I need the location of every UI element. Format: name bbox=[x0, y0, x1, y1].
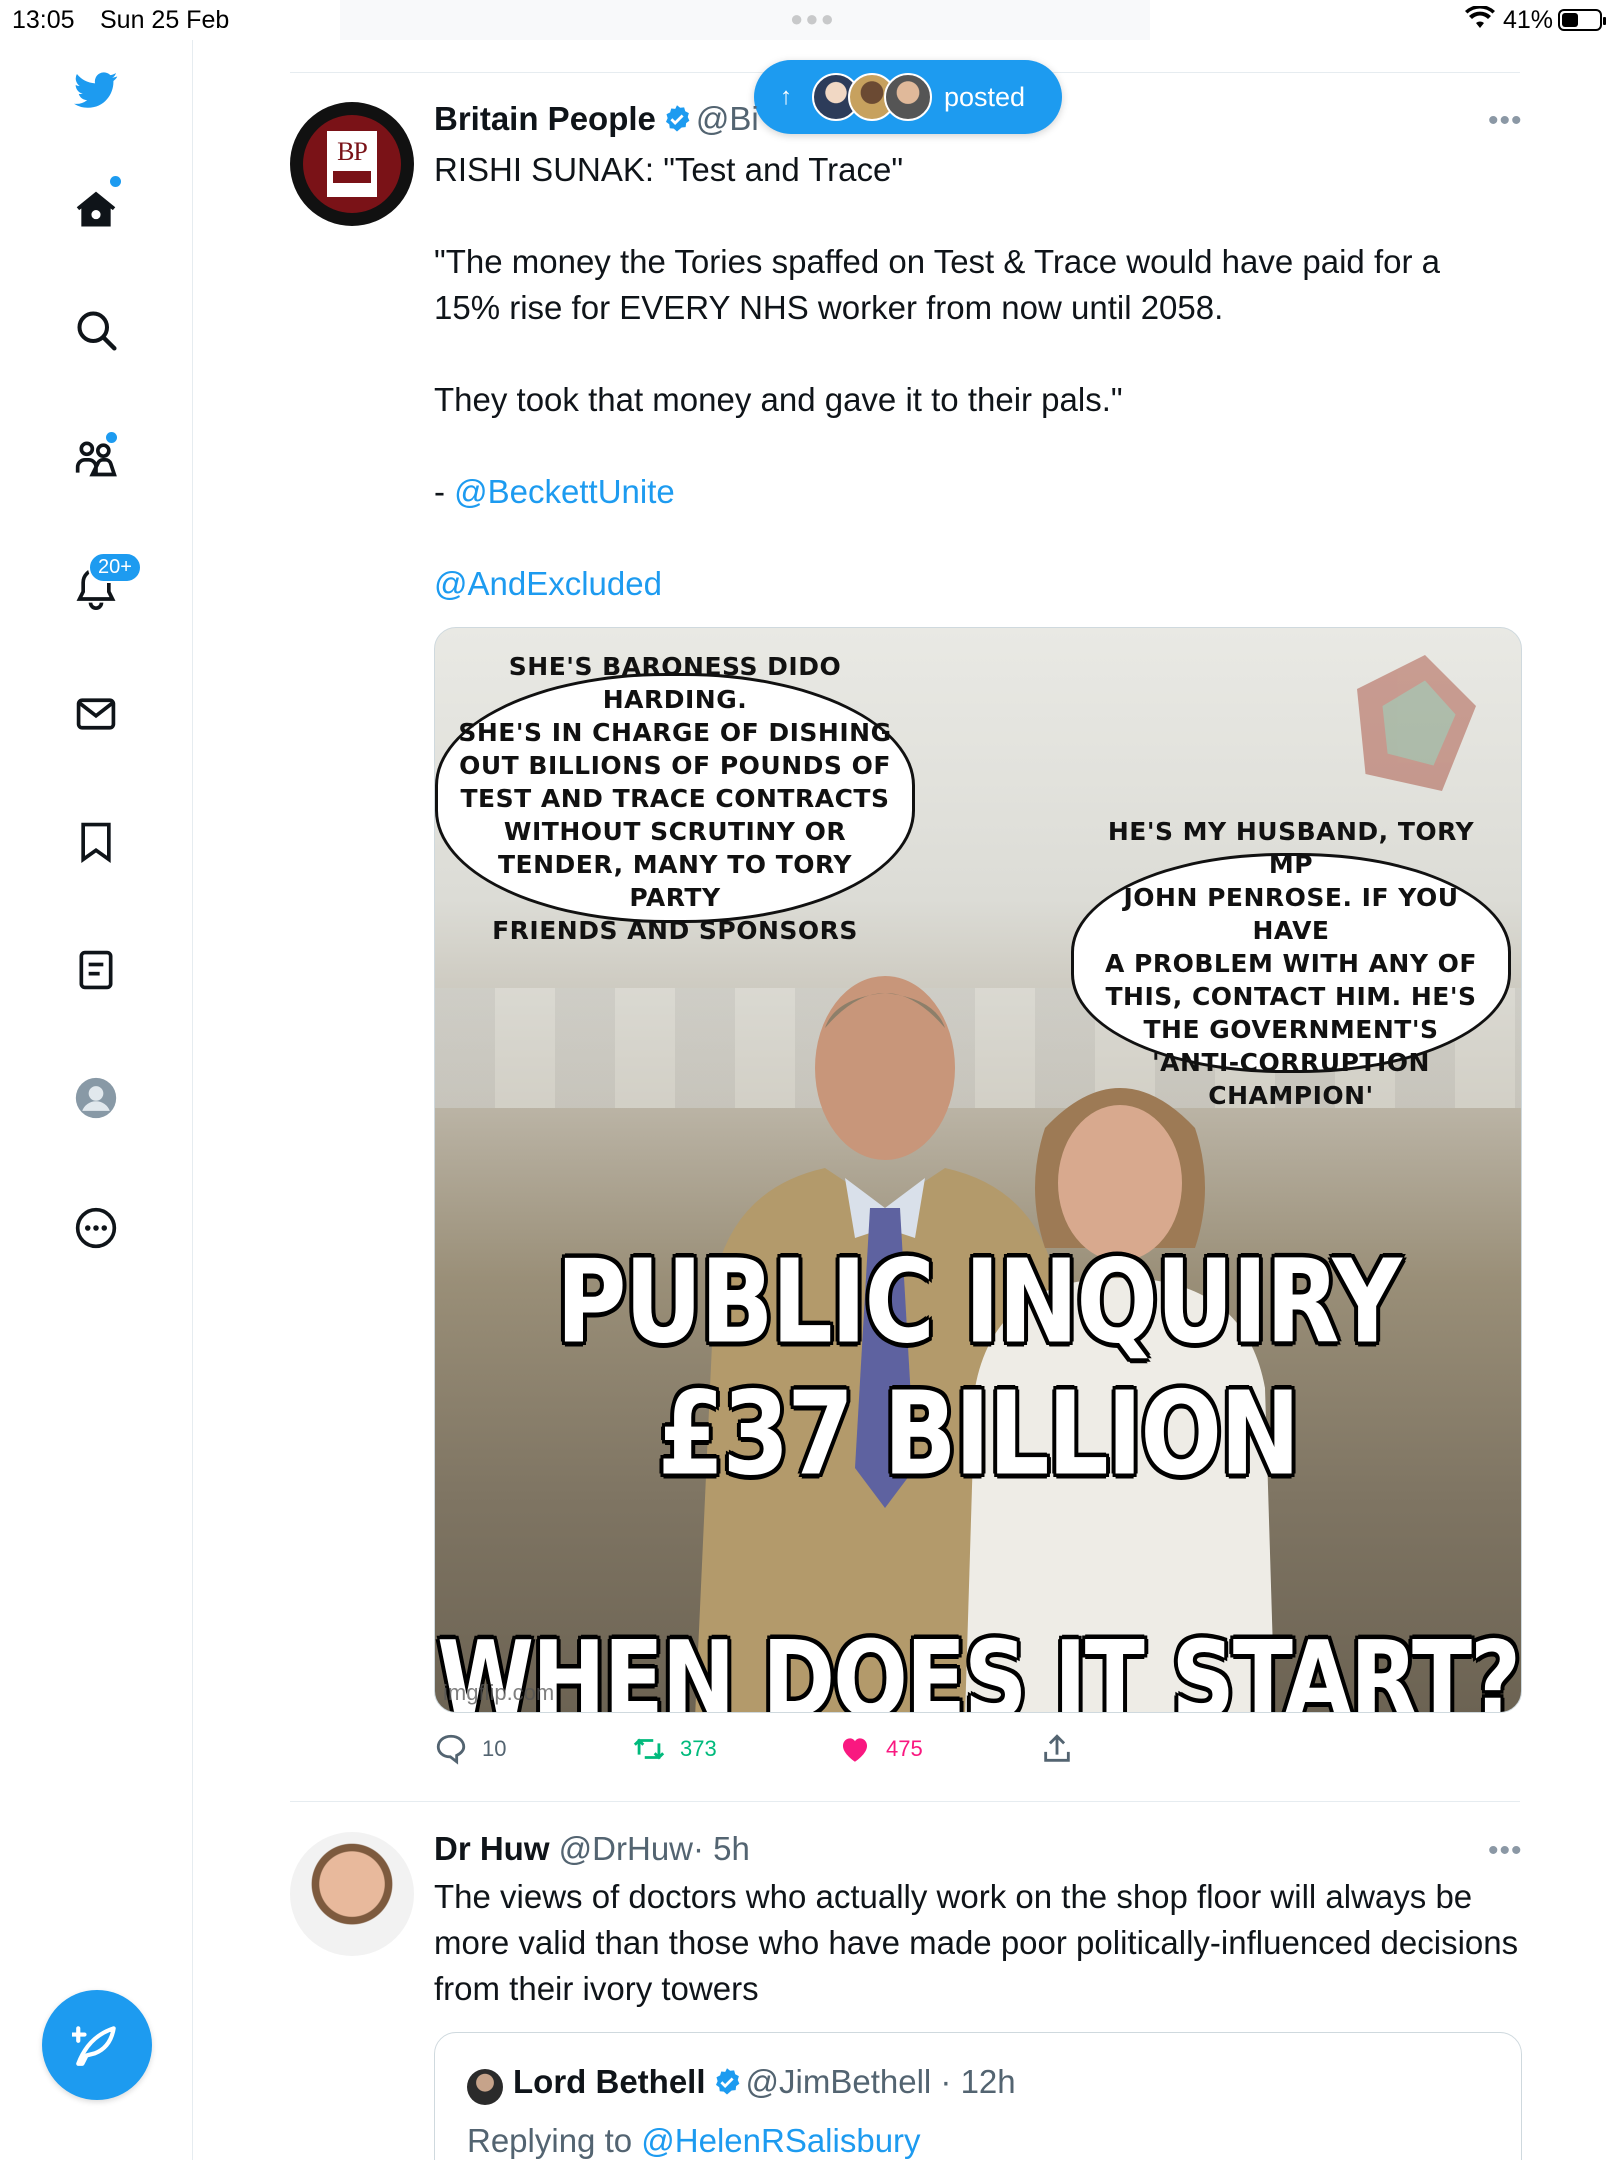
like-icon bbox=[842, 1738, 868, 1762]
image-source-watermark: imgflip.com bbox=[443, 1680, 555, 1705]
avatar[interactable] bbox=[290, 1832, 414, 1956]
verified-icon bbox=[715, 2068, 739, 2095]
watermark-logo bbox=[1357, 655, 1476, 791]
messages-icon[interactable] bbox=[66, 684, 126, 744]
home-icon[interactable] bbox=[66, 180, 126, 240]
new-posts-label: posted bbox=[944, 81, 1026, 112]
verified-icon bbox=[665, 105, 690, 132]
tweet-text-line: "The money the Tories spaffed on Test & … bbox=[434, 243, 1440, 326]
retweet-count: 373 bbox=[680, 1736, 717, 1761]
tweet-more-icon[interactable]: ••• bbox=[1488, 1834, 1523, 1868]
reply-icon bbox=[436, 1734, 466, 1765]
speech-bubble-right: HE'S MY HUSBAND, TORY MP JOHN PENROSE. I… bbox=[1071, 817, 1511, 1110]
tweet-dash: - bbox=[434, 473, 455, 510]
like-button[interactable]: 475 bbox=[838, 1732, 923, 1766]
avatar bbox=[884, 73, 932, 121]
lists-icon[interactable] bbox=[66, 940, 126, 1000]
tweet-actions: 10 373 475 bbox=[434, 1732, 1434, 1772]
author-handle[interactable]: @Bi bbox=[696, 100, 759, 137]
tweet-more-icon[interactable]: ••• bbox=[1488, 104, 1523, 138]
quoted-tweet[interactable]: Lord Bethell @JimBethell · 12h Replying t… bbox=[434, 2032, 1522, 2160]
compose-button[interactable] bbox=[42, 1990, 152, 2100]
profile-icon[interactable] bbox=[66, 1068, 126, 1128]
bookmarks-icon[interactable] bbox=[66, 812, 126, 872]
replying-to-label: Replying to bbox=[467, 2122, 642, 2159]
tweet-text-line: RISHI SUNAK: "Test and Trace" bbox=[434, 151, 904, 188]
status-time: 13:05 bbox=[12, 6, 75, 34]
author-name[interactable]: Britain People bbox=[434, 100, 656, 137]
avatar[interactable]: BP bbox=[290, 102, 414, 226]
status-date: Sun 25 Feb bbox=[100, 6, 230, 34]
compose-icon bbox=[72, 2026, 116, 2066]
mention-link[interactable]: @AndExcluded bbox=[434, 565, 662, 602]
header-bar bbox=[340, 0, 1150, 40]
meme-caption-bottom: WHEN DOES IT START? bbox=[436, 1617, 1521, 1713]
tweet-body: RISHI SUNAK: "Test and Trace" "The money… bbox=[434, 147, 1514, 607]
notification-badge: 20+ bbox=[88, 552, 142, 583]
tweet-header: Dr Huw @DrHuw· 5h bbox=[434, 1830, 750, 1868]
arrow-up-icon: ↑ bbox=[780, 83, 792, 110]
battery-icon bbox=[1558, 9, 1606, 31]
meme-caption-top: PUBLIC INQUIRY £37 BILLION bbox=[435, 1236, 1521, 1500]
retweet-icon bbox=[633, 1738, 665, 1760]
like-count: 475 bbox=[886, 1736, 923, 1761]
tweet-time[interactable]: · 5h bbox=[693, 1830, 750, 1867]
wifi-icon bbox=[1465, 5, 1495, 37]
search-icon[interactable] bbox=[66, 300, 126, 360]
communities-unread-dot bbox=[106, 432, 117, 443]
speech-bubble-left: SHE'S BARONESS DIDO HARDING. SHE'S IN CH… bbox=[435, 652, 915, 945]
share-icon bbox=[1044, 1734, 1070, 1762]
share-button[interactable] bbox=[1040, 1732, 1088, 1766]
sidebar-nav: 20+ bbox=[0, 40, 193, 2160]
new-posts-pill[interactable]: ↑ posted bbox=[754, 60, 1062, 134]
meme-caption-line: £37 BILLION bbox=[657, 1366, 1301, 1502]
quoted-author-handle: @JimBethell bbox=[745, 2063, 932, 2100]
tweet-header: Britain People @Bi bbox=[434, 100, 759, 138]
twitter-logo-icon[interactable] bbox=[66, 60, 126, 120]
quoted-author-name: Lord Bethell bbox=[513, 2063, 706, 2100]
avatar bbox=[467, 2069, 503, 2105]
retweet-button[interactable]: 373 bbox=[632, 1732, 717, 1766]
author-handle[interactable]: @DrHuw bbox=[559, 1830, 693, 1867]
tweet-text-line: They took that money and gave it to thei… bbox=[434, 381, 1123, 418]
more-icon[interactable] bbox=[66, 1198, 126, 1258]
home-unread-dot bbox=[110, 176, 121, 187]
author-name[interactable]: Dr Huw bbox=[434, 1830, 550, 1867]
tweet-divider bbox=[290, 1801, 1520, 1802]
communities-icon[interactable] bbox=[66, 428, 126, 488]
battery-percent: 41% bbox=[1503, 6, 1554, 34]
reply-count: 10 bbox=[482, 1736, 507, 1761]
tweet-image[interactable]: SHE'S BARONESS DIDO HARDING. SHE'S IN CH… bbox=[434, 627, 1522, 1713]
reply-button[interactable]: 10 bbox=[434, 1732, 506, 1766]
tweet-body: The views of doctors who actually work o… bbox=[434, 1878, 1519, 2007]
meme-caption-line: PUBLIC INQUIRY bbox=[556, 1234, 1402, 1370]
quoted-tweet-time: · 12h bbox=[940, 2063, 1016, 2100]
mention-link[interactable]: @BeckettUnite bbox=[454, 473, 675, 510]
replying-to-link[interactable]: @HelenRSalisbury bbox=[641, 2122, 920, 2159]
